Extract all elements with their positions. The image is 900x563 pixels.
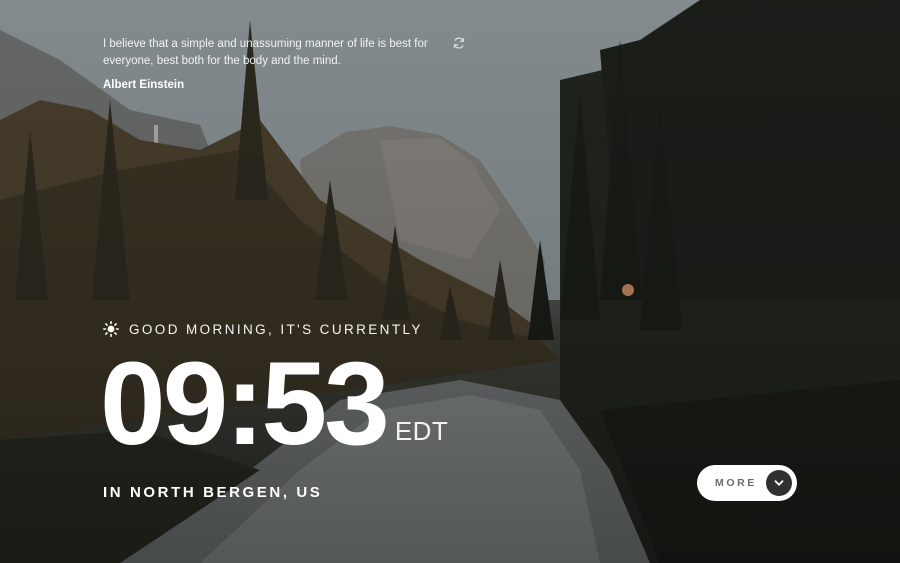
clock-timezone: EDT [394, 416, 449, 446]
quote-author: Albert Einstein [103, 79, 185, 91]
location-text: IN NORTH BERGEN, US [103, 484, 323, 501]
greeting-text: GOOD MORNING, IT'S CURRENTLY [129, 321, 423, 337]
more-button-label: MORE [715, 477, 757, 489]
quote-block: I believe that a simple and unassuming m… [103, 36, 483, 91]
quote-text: I believe that a simple and unassuming m… [103, 38, 428, 67]
chevron-down-icon [766, 470, 792, 496]
clock-time: 09:53 [100, 338, 390, 470]
more-button[interactable]: MORE [697, 465, 797, 501]
refresh-icon[interactable] [452, 36, 466, 50]
greeting: GOOD MORNING, IT'S CURRENTLY [103, 321, 423, 337]
clock: 09:53 EDT [100, 345, 448, 463]
sun-icon [103, 321, 119, 337]
